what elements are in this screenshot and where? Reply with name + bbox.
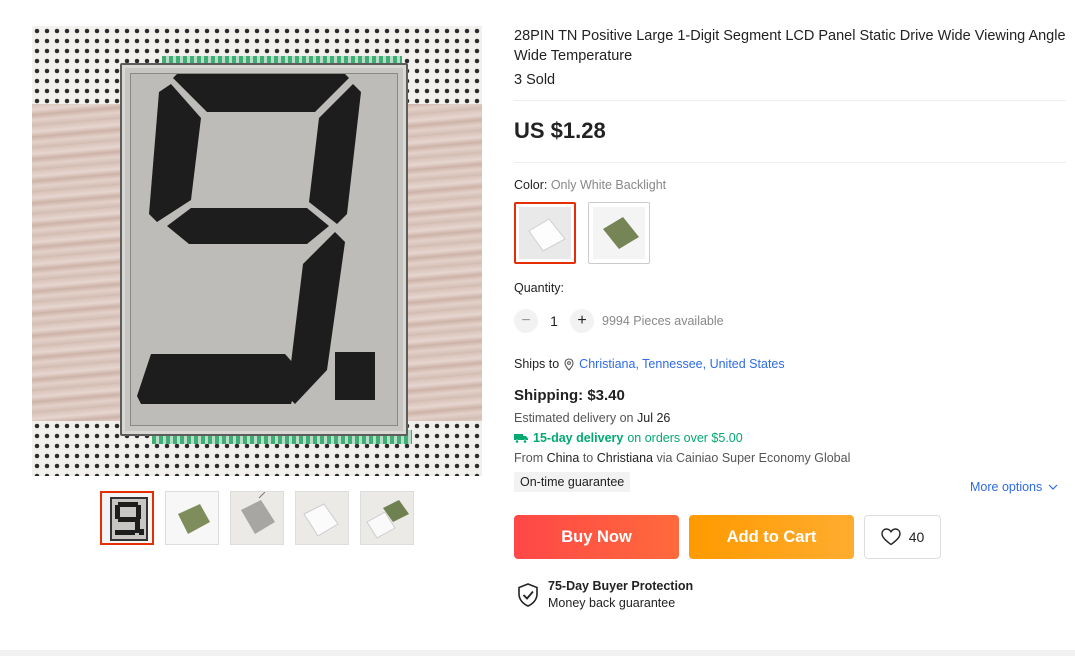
white-green-panel-thumb[interactable] <box>360 491 414 545</box>
quantity-increase-button[interactable]: + <box>570 309 594 333</box>
shipping-route: From China to Christiana via Cainiao Sup… <box>514 451 851 465</box>
white-panel-thumb[interactable] <box>295 491 349 545</box>
more-options-link[interactable]: More options <box>970 480 1058 494</box>
thumbnail-strip <box>100 491 420 547</box>
ships-to-row: Ships to Christiana, Tennessee, United S… <box>514 357 785 371</box>
lcd-digit-9-thumb[interactable] <box>100 491 154 545</box>
quantity-decrease-button[interactable]: − <box>514 309 538 333</box>
quantity-stepper: − 1 + 9994 Pieces available <box>514 309 724 333</box>
fast-delivery-row: 15-day delivery on orders over $5.00 <box>514 428 743 449</box>
pieces-available: 9994 Pieces available <box>602 314 724 328</box>
chevron-down-icon <box>1048 484 1058 490</box>
heart-icon <box>881 528 901 546</box>
buyer-protection-title: 75-Day Buyer Protection <box>548 579 694 593</box>
silver-panel-thumb[interactable] <box>230 491 284 545</box>
color-options <box>514 202 654 264</box>
ship-destination-link[interactable]: Christiana, Tennessee, United States <box>579 357 784 371</box>
quantity-label: Quantity: <box>514 281 565 295</box>
estimated-delivery: Estimated delivery on Jul 26 <box>514 411 671 425</box>
on-time-guarantee-badge: On-time guarantee <box>514 472 631 492</box>
product-price: US $1.28 <box>514 118 606 143</box>
section-divider <box>0 650 1075 656</box>
buyer-protection-subtitle: Money back guarantee <box>548 596 676 610</box>
white-backlight-swatch[interactable] <box>514 202 576 264</box>
digit-nine-segments <box>137 74 375 404</box>
lcd-segment-9-photo <box>120 63 408 436</box>
fast-delivery-label: 15-day delivery <box>533 431 624 445</box>
shipping-cost: Shipping: $3.40 <box>514 387 625 404</box>
shield-check-icon <box>517 583 539 612</box>
quantity-value[interactable]: 1 <box>538 313 570 329</box>
buy-now-button[interactable]: Buy Now <box>514 515 679 559</box>
divider <box>514 162 1066 163</box>
truck-icon <box>514 433 529 444</box>
wishlist-count: 40 <box>908 529 925 545</box>
main-product-image[interactable] <box>32 26 482 476</box>
color-selected-value: Only White Backlight <box>550 178 667 192</box>
color-label: Color: Only White Backlight <box>514 178 667 192</box>
product-title: 28PIN TN Positive Large 1-Digit Segment … <box>514 28 1066 64</box>
divider <box>514 100 1066 101</box>
product-details: 28PIN TN Positive Large 1-Digit Segment … <box>514 26 1066 88</box>
green-backlight-swatch[interactable] <box>588 202 650 264</box>
sold-count: 3 Sold <box>514 72 556 88</box>
add-to-cart-button[interactable]: Add to Cart <box>689 515 854 559</box>
green-lcd-panel-thumb[interactable] <box>165 491 219 545</box>
wishlist-button[interactable]: 40 <box>864 515 941 559</box>
location-pin-icon <box>564 357 574 371</box>
